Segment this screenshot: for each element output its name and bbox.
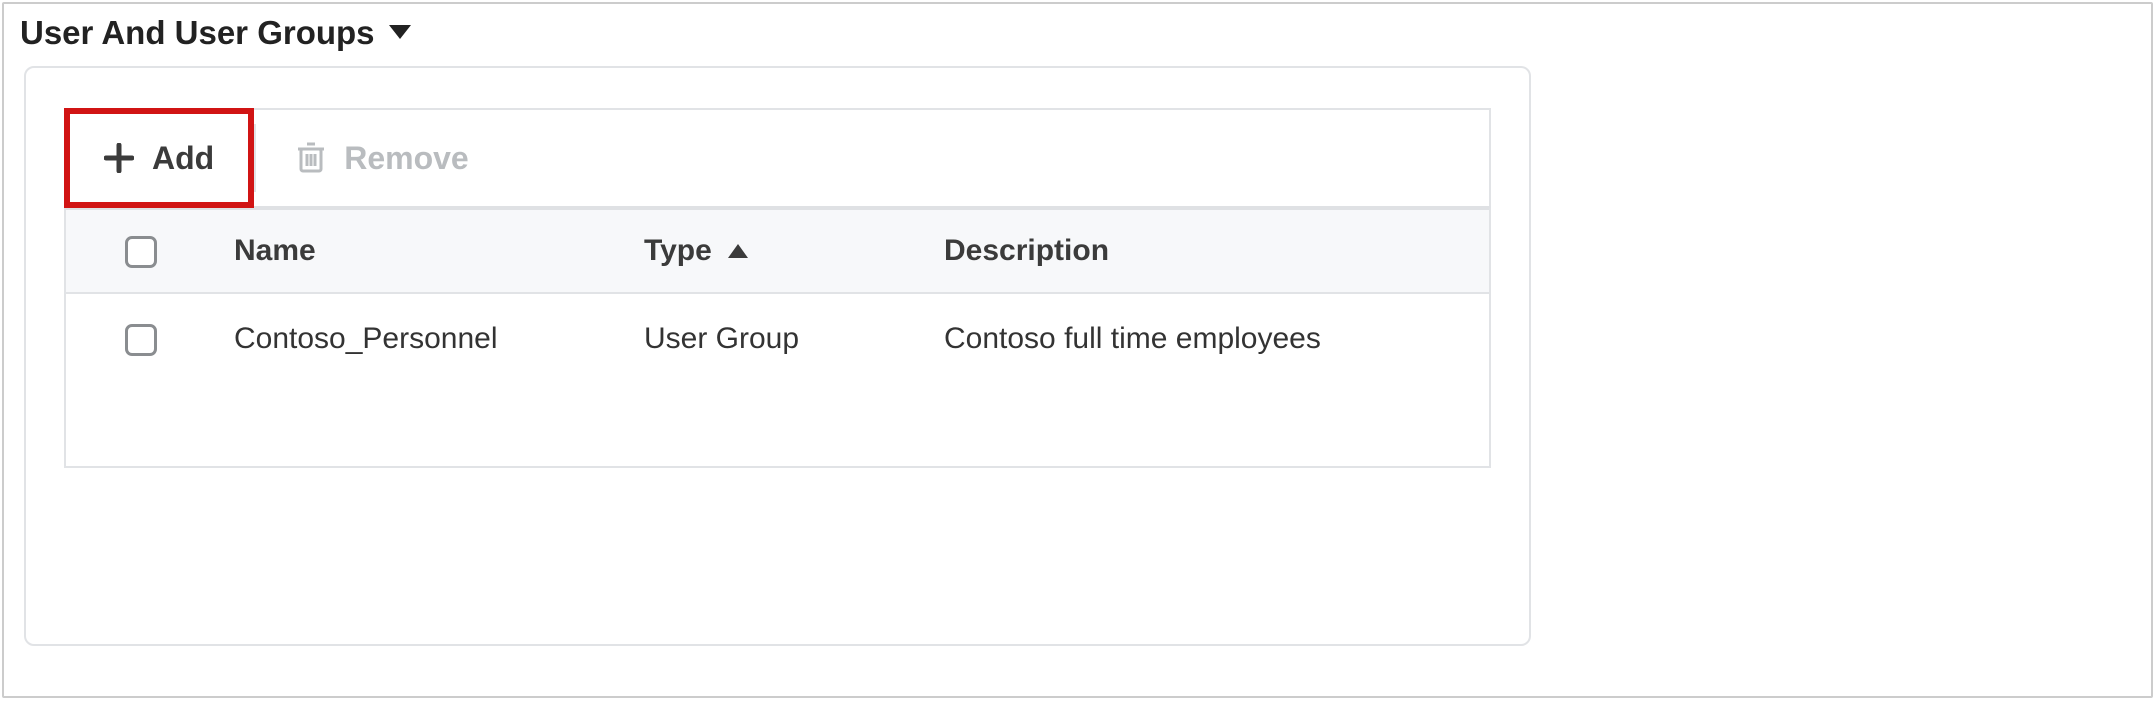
column-header-description-label: Description xyxy=(944,234,1109,267)
table-empty-space xyxy=(66,385,1489,465)
add-button[interactable]: Add xyxy=(64,108,254,208)
row-checkbox[interactable] xyxy=(125,324,157,356)
remove-button-label: Remove xyxy=(344,140,469,177)
caret-down-icon xyxy=(389,25,411,41)
column-header-type[interactable]: Type xyxy=(626,210,926,293)
column-header-type-label: Type xyxy=(644,234,712,268)
table: Name Type Description xyxy=(64,206,1491,468)
remove-button[interactable]: Remove xyxy=(256,110,509,206)
trash-icon xyxy=(296,141,326,175)
add-button-label: Add xyxy=(152,140,214,177)
section-title: User And User Groups xyxy=(20,14,375,52)
table-row[interactable]: Contoso_Personnel User Group Contoso ful… xyxy=(66,293,1489,385)
table-header-row: Name Type Description xyxy=(66,210,1489,293)
plus-icon xyxy=(104,143,134,173)
cell-description: Contoso full time employees xyxy=(926,293,1489,385)
column-header-name-label: Name xyxy=(234,234,316,267)
column-header-description[interactable]: Description xyxy=(926,210,1489,293)
section-body: Add Remove xyxy=(24,66,1531,646)
cell-name: Contoso_Personnel xyxy=(216,293,626,385)
column-header-select xyxy=(66,210,216,293)
column-header-name[interactable]: Name xyxy=(216,210,626,293)
sort-asc-icon xyxy=(728,244,748,258)
section-header[interactable]: User And User Groups xyxy=(4,4,1551,58)
toolbar: Add Remove xyxy=(64,108,1491,206)
cell-type: User Group xyxy=(626,293,926,385)
select-all-checkbox[interactable] xyxy=(125,236,157,268)
user-and-user-groups-panel: User And User Groups Add xyxy=(2,2,2153,698)
